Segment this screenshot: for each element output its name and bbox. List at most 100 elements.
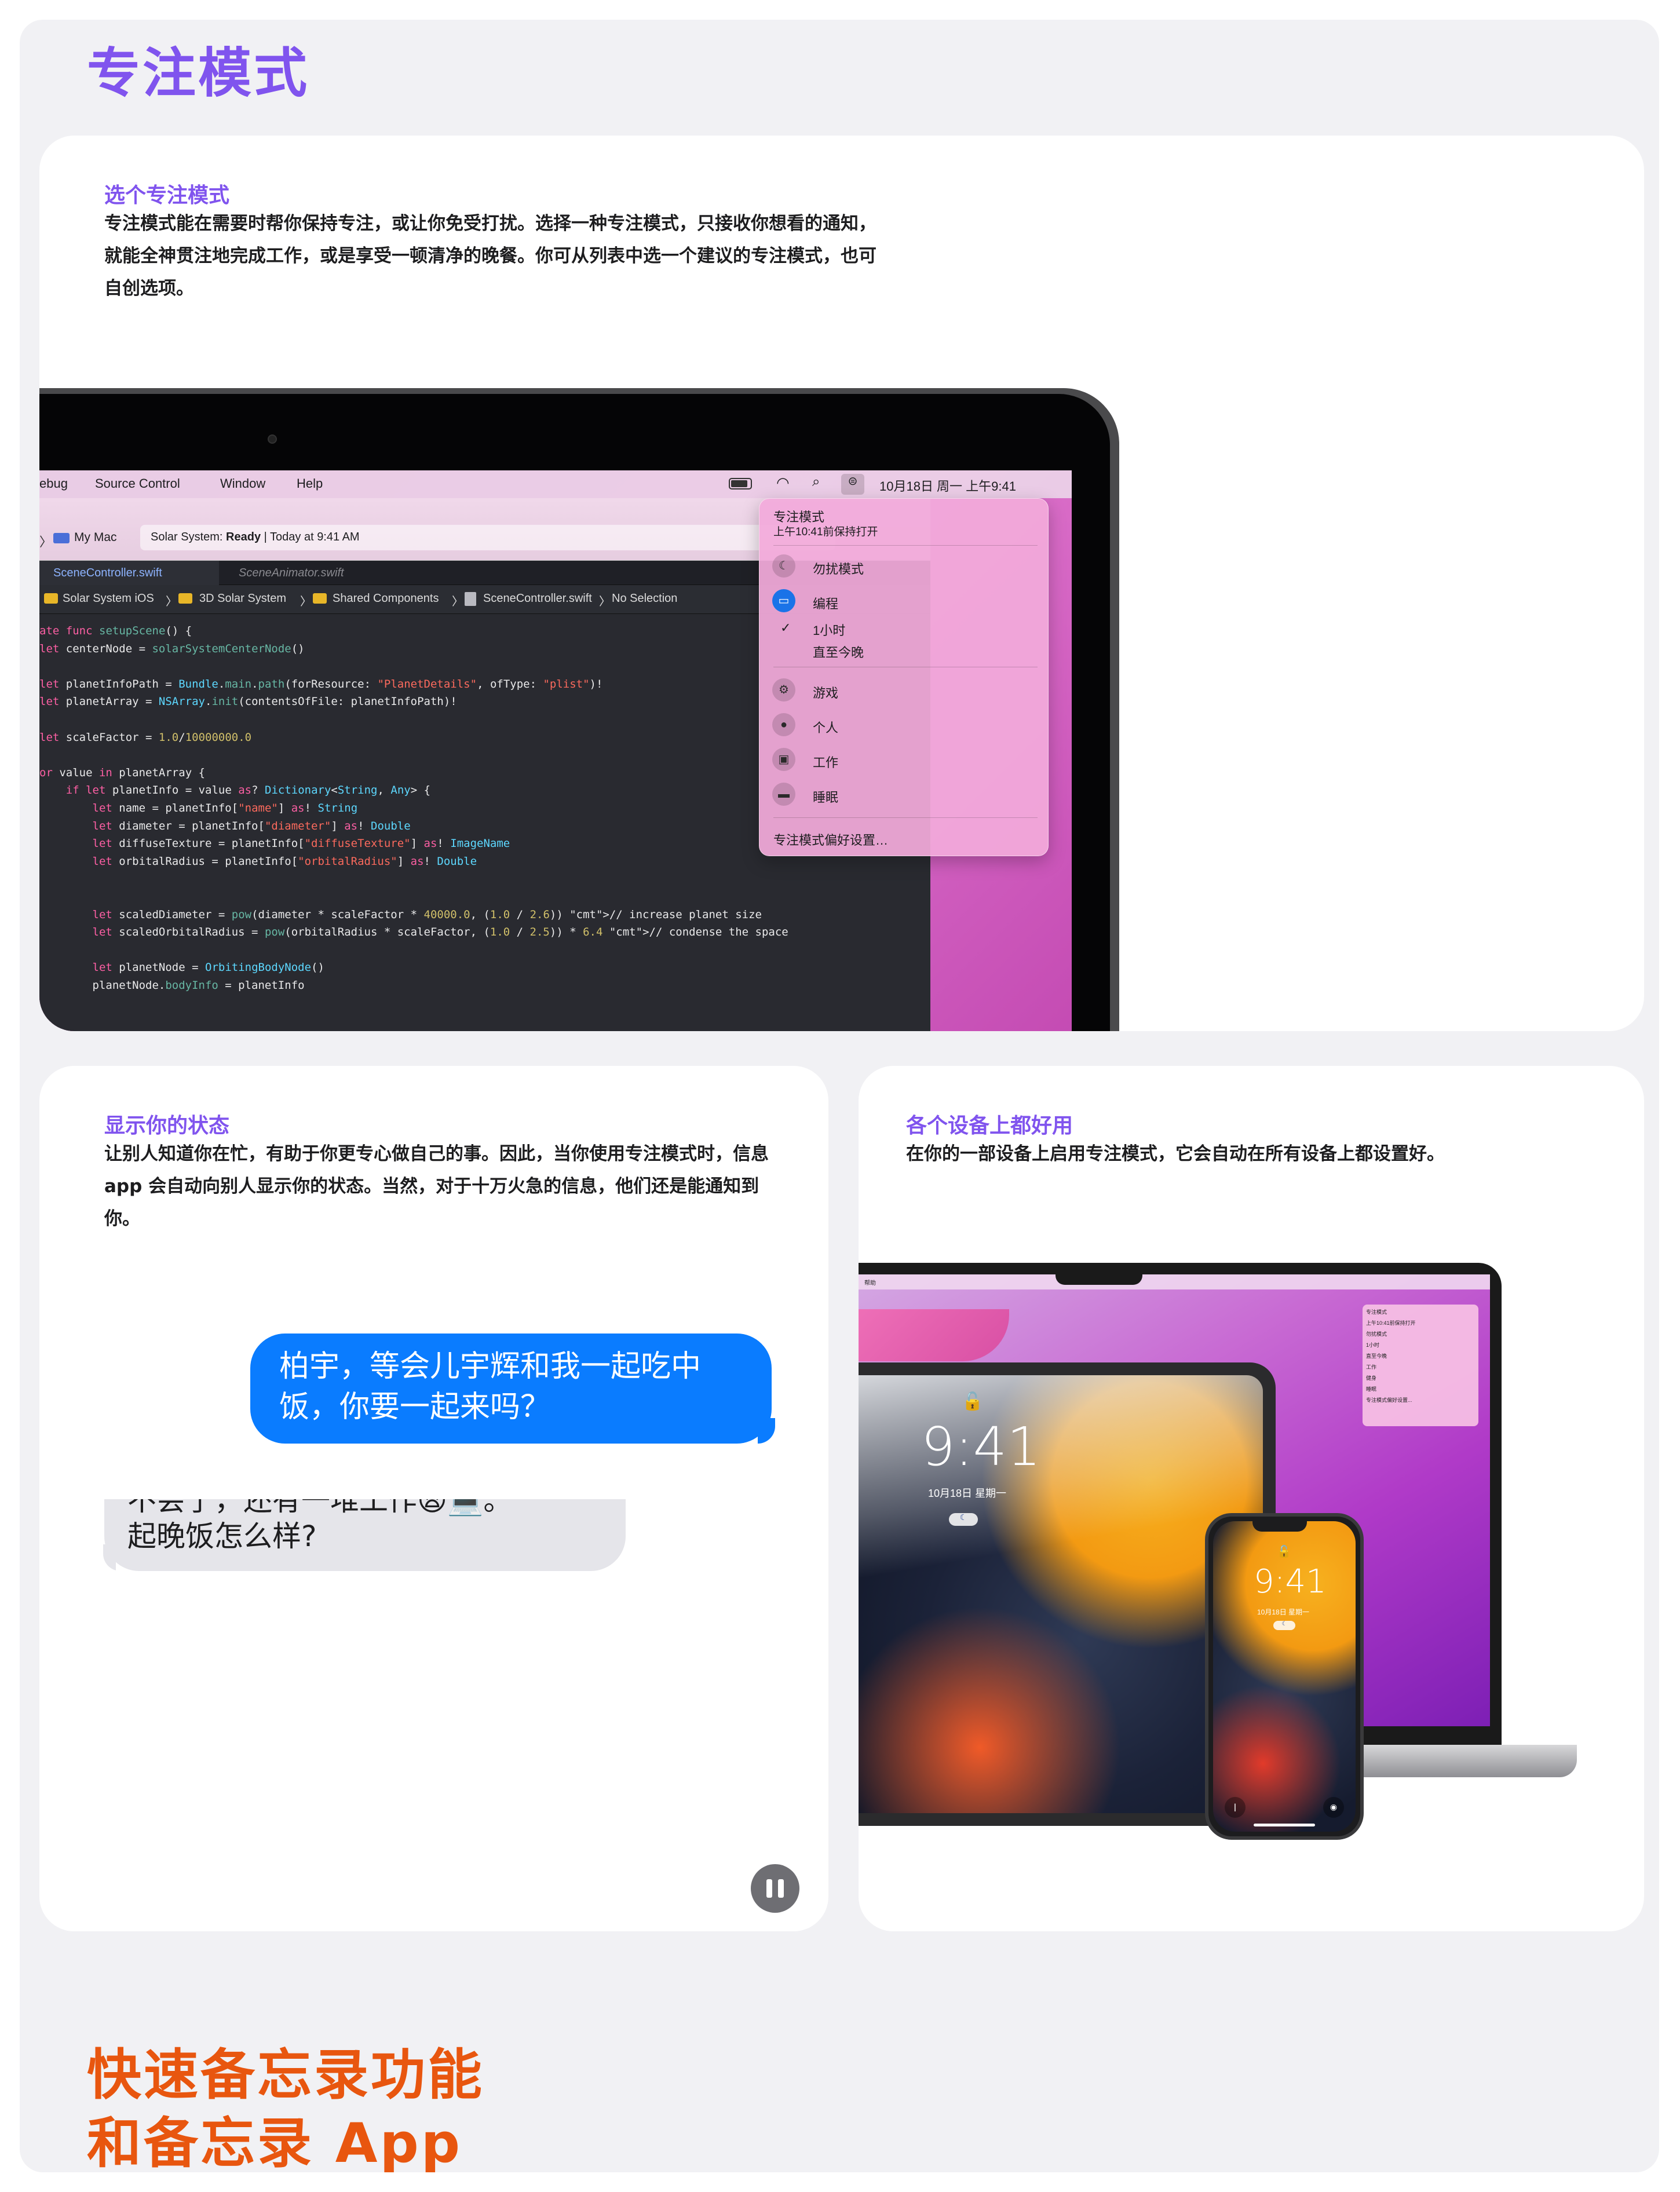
menu-bar: ebug Source Control Window Help ◠ ⌕ ⊜ 10… xyxy=(39,470,1072,498)
code-line[interactable]: let planetNode = OrbitingBodyNode() xyxy=(39,959,788,977)
mini-menu-item: 勿扰模式 xyxy=(1366,1331,1387,1337)
card-body: 让别人知道你在忙，有助于你更专心做自己的事。因此，当你使用专注模式时，信息 ap… xyxy=(104,1144,769,1229)
status-ready: Ready xyxy=(226,531,261,543)
menu-item-help: 帮助 xyxy=(864,1280,876,1287)
menu-item-debug[interactable]: ebug xyxy=(39,476,68,491)
focus-option-1h[interactable]: 1小时 xyxy=(813,620,845,639)
pause-icon xyxy=(766,1879,772,1898)
focus-item-sleep[interactable]: 睡眠 xyxy=(813,787,838,806)
tab-scene-animator[interactable]: SceneAnimator.swift xyxy=(225,561,399,585)
tab-scene-controller[interactable]: SceneController.swift xyxy=(39,561,219,585)
control-center-icon[interactable]: ⊜ xyxy=(841,474,864,495)
swift-file-icon xyxy=(465,592,476,606)
focus-item-gaming[interactable]: 游戏 xyxy=(813,683,838,702)
mini-menu-item: 工作 xyxy=(1366,1364,1377,1370)
code-line[interactable]: ate func setupScene() { xyxy=(39,622,788,640)
scheme-destination[interactable]: My Mac xyxy=(74,531,117,545)
search-icon[interactable]: ⌕ xyxy=(812,474,820,490)
ipad-lock-screen: 🔓 9:41 10月18日 星期一 ☾ xyxy=(859,1375,1263,1813)
code-line[interactable]: let scaledDiameter = pow(diameter * scal… xyxy=(39,906,788,924)
code-line[interactable] xyxy=(39,657,788,675)
code-line[interactable]: if let planetInfo = value as? Dictionary… xyxy=(39,781,788,799)
rocket-icon: ⚙ xyxy=(772,678,795,702)
mini-menu-item: 专注模式偏好设置... xyxy=(1366,1397,1412,1403)
camera-icon[interactable]: ◉ xyxy=(1323,1797,1344,1818)
path-item[interactable]: No Selection xyxy=(612,592,677,605)
wallpaper-shape xyxy=(859,1309,1009,1361)
menu-item-source-control[interactable]: Source Control xyxy=(95,476,180,491)
chevron-right-icon[interactable]: 〉 xyxy=(39,532,52,550)
code-editor[interactable]: ate func setupScene() {let centerNode = … xyxy=(39,622,788,994)
focus-moon-icon: ☾ xyxy=(1273,1621,1295,1630)
person-icon: ● xyxy=(772,713,795,736)
code-line[interactable] xyxy=(39,746,788,764)
home-indicator xyxy=(1254,1824,1315,1826)
path-item[interactable]: SceneController.swift xyxy=(483,592,592,605)
lock-time: 9:41 xyxy=(1254,1563,1327,1601)
card-heading: 选个专注模式 xyxy=(104,184,230,207)
moon-icon: ☾ xyxy=(772,554,795,578)
path-item[interactable]: 3D Solar System xyxy=(199,592,286,605)
status-prefix: Solar System: xyxy=(151,531,227,543)
code-line[interactable]: let planetArray = NSArray.init(contentsO… xyxy=(39,693,788,711)
code-line[interactable] xyxy=(39,941,788,959)
battery-icon[interactable] xyxy=(729,478,752,489)
badge-icon: ▣ xyxy=(772,748,795,771)
menu-clock[interactable]: 10月18日 周一 上午9:41 xyxy=(879,476,1016,495)
pause-icon xyxy=(778,1879,784,1898)
bed-icon: ▬ xyxy=(772,783,795,806)
message-bubble-sent: 柏宇，等会儿宇辉和我一起吃中饭，你要一起来吗？ xyxy=(250,1334,772,1444)
code-line[interactable]: or value in planetArray { xyxy=(39,764,788,782)
unlock-icon: 🔓 xyxy=(962,1391,984,1412)
path-item[interactable]: Solar System iOS xyxy=(63,592,154,605)
mini-menu-item: 睡眠 xyxy=(1366,1386,1377,1392)
chevron-right-icon: 〉 xyxy=(599,596,611,608)
focus-item-personal[interactable]: 个人 xyxy=(813,718,838,736)
code-line[interactable]: let diameter = planetInfo["diameter"] as… xyxy=(39,817,788,835)
mini-menu-item: 1小时 xyxy=(1366,1342,1380,1348)
mini-focus-menu: 专注模式 上午10:41前保持打开 勿扰模式 1小时 直至今晚 工作 健身 睡眠… xyxy=(1363,1305,1478,1426)
flashlight-icon[interactable]: ǀ xyxy=(1225,1797,1246,1818)
focus-item-coding[interactable]: 编程 xyxy=(813,594,838,612)
focus-option-tonight[interactable]: 直至今晚 xyxy=(813,642,864,661)
chevron-right-icon: 〉 xyxy=(452,596,463,608)
activity-status: Solar System: Ready | Today at 9:41 AM xyxy=(140,525,835,550)
code-line[interactable]: let scaleFactor = 1.0/10000000.0 xyxy=(39,729,788,747)
card-body: 在你的一部设备上启用专注模式，它会自动在所有设备上都设置好。 xyxy=(906,1144,1445,1164)
lock-date: 10月18日 星期一 xyxy=(1257,1608,1310,1616)
focus-choose-card: 选个专注模式 专注模式能在需要时帮你保持专注，或让你免受打扰。选择一种专注模式，… xyxy=(39,136,1644,1031)
next-section-title-line1: 快速备忘录功能 xyxy=(87,2044,485,2107)
card-heading: 显示你的状态 xyxy=(104,1114,230,1138)
monitor-icon: ▭ xyxy=(772,589,795,612)
code-line[interactable]: let planetInfoPath = Bundle.main.path(fo… xyxy=(39,675,788,693)
code-line[interactable]: let name = planetInfo["name"] as! String xyxy=(39,799,788,817)
card-body: 专注模式能在需要时帮你保持专注，或让你免受打扰。选择一种专注模式，只接收你想看的… xyxy=(104,213,876,299)
code-line[interactable]: let diffuseTexture = planetInfo["diffuse… xyxy=(39,835,788,853)
code-line[interactable] xyxy=(39,870,788,888)
focus-item-work[interactable]: 工作 xyxy=(813,752,838,771)
path-item[interactable]: Shared Components xyxy=(333,592,439,605)
pause-button[interactable] xyxy=(751,1864,799,1913)
focus-menu: 专注模式 上午10:41前保持打开 ☾ 勿扰模式 ▭ 编程 ✓ 1小时 直至今晚… xyxy=(759,498,1049,856)
folder-icon xyxy=(44,593,58,604)
code-line[interactable]: let orbitalRadius = planetInfo["orbitalR… xyxy=(39,853,788,871)
menu-item-help[interactable]: Help xyxy=(297,476,323,491)
iphone-lock-screen: 🔓 9:41 10月18日 星期一 ☾ ǀ ◉ xyxy=(1213,1521,1356,1832)
code-line[interactable]: let centerNode = solarSystemCenterNode() xyxy=(39,640,788,658)
code-line[interactable] xyxy=(39,711,788,729)
code-line[interactable]: let scaledOrbitalRadius = pow(orbitalRad… xyxy=(39,923,788,941)
all-devices-card: 各个设备上都好用 在你的一部设备上启用专注模式，它会自动在所有设备上都设置好。 … xyxy=(859,1066,1644,1931)
next-section-title-line2: 和备忘录 App xyxy=(87,2112,463,2172)
mini-menu-item: 上午10:41前保持打开 xyxy=(1366,1320,1416,1326)
bubble-tail xyxy=(93,1544,116,1571)
code-line[interactable] xyxy=(39,888,788,906)
focus-item-dnd[interactable]: 勿扰模式 xyxy=(813,559,864,578)
focus-preferences[interactable]: 专注模式偏好设置… xyxy=(773,830,888,849)
next-section-title: 快速备忘录功能 和备忘录 App xyxy=(87,2041,484,2172)
menu-item-window[interactable]: Window xyxy=(220,476,265,491)
divider xyxy=(773,817,1038,818)
wifi-icon[interactable]: ◠ xyxy=(776,474,790,492)
code-line[interactable]: planetNode.bodyInfo = planetInfo xyxy=(39,977,788,995)
mini-menu-item: 专注模式 xyxy=(1366,1309,1387,1315)
menu-bar: 帮助 xyxy=(859,1274,1490,1289)
